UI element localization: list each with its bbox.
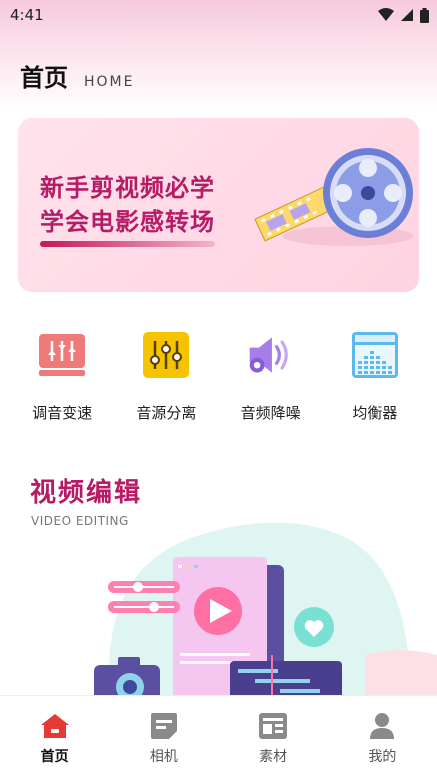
battery-icon <box>420 7 429 23</box>
material-icon <box>258 712 288 740</box>
camera-doc-icon <box>149 712 179 740</box>
mixer-icon <box>141 330 191 380</box>
tool-equalizer[interactable]: 均衡器 <box>330 330 420 430</box>
tab-label: 首页 <box>40 749 69 765</box>
tool-tune-speed[interactable]: 调音变速 <box>17 330 107 430</box>
tab-camera[interactable]: 相机 <box>124 712 204 766</box>
status-icons <box>378 7 429 23</box>
tab-label: 相机 <box>149 749 178 765</box>
video-editing-illustration[interactable] <box>80 505 437 695</box>
tool-label: 音源分离 <box>136 404 197 422</box>
status-bar: 4:41 <box>0 0 437 30</box>
tab-label: 素材 <box>259 749 288 765</box>
tab-profile[interactable]: 我的 <box>342 712 422 766</box>
banner-underline <box>40 241 215 247</box>
tool-source-separation[interactable]: 音源分离 <box>121 330 211 430</box>
banner-title-line2: 学会电影感转场 <box>40 208 215 236</box>
tab-material[interactable]: 素材 <box>233 712 313 766</box>
bottom-tab-bar: 首页 相机 素材 我的 <box>0 695 437 776</box>
status-time: 4:41 <box>10 6 44 24</box>
banner-title-line1: 新手剪视频必学 <box>40 174 215 202</box>
equalizer-bars-icon <box>350 330 400 380</box>
section-title: 视频编辑 <box>30 478 143 508</box>
promo-banner[interactable]: 新手剪视频必学 学会电影感转场 <box>18 118 419 292</box>
profile-icon <box>367 712 397 740</box>
signal-icon <box>401 9 413 21</box>
tool-label: 调音变速 <box>32 404 93 422</box>
home-icon <box>40 712 70 740</box>
wifi-icon <box>378 8 394 21</box>
speaker-icon <box>246 330 296 380</box>
page-subtitle: HOME <box>84 74 135 90</box>
tab-label: 我的 <box>368 749 397 765</box>
film-reel-illustration <box>254 148 413 246</box>
tool-label: 音频降噪 <box>240 404 301 422</box>
equalizer-sliders-icon <box>37 330 87 380</box>
audio-tools: 调音变速 音源分离 音频降噪 均衡器 <box>0 330 437 430</box>
tab-home[interactable]: 首页 <box>15 712 95 766</box>
page-header: 首页 HOME <box>20 58 134 93</box>
page-title: 首页 <box>20 64 68 92</box>
tool-label: 均衡器 <box>352 404 398 422</box>
tool-noise-reduction[interactable]: 音频降噪 <box>226 330 316 430</box>
